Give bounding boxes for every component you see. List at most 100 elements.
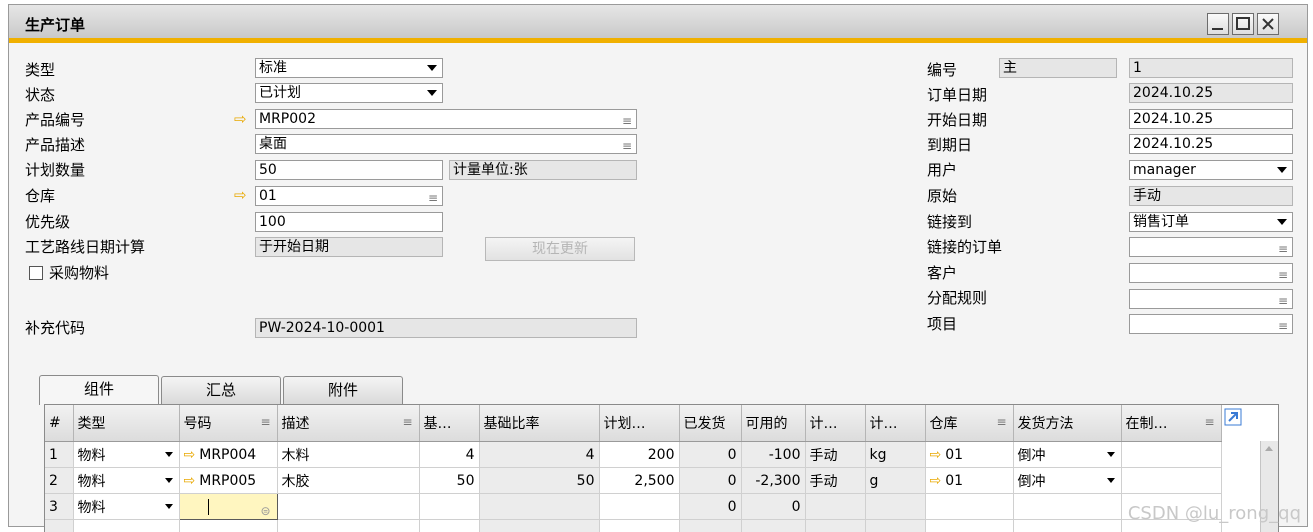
chevron-down-icon xyxy=(165,504,173,509)
planned-cell[interactable] xyxy=(599,494,679,520)
order-date-field: 2024.10.25 xyxy=(1129,83,1293,103)
customer-field[interactable]: ≡ xyxy=(1129,263,1293,283)
tab-attachments[interactable]: 附件 xyxy=(283,376,403,404)
table-row[interactable] xyxy=(45,520,1221,532)
col-header-issued[interactable]: 已发货 xyxy=(679,405,741,442)
wip-cell[interactable] xyxy=(1121,442,1221,468)
watermark: CSDN @lu_rong_qq xyxy=(1128,503,1301,524)
maximize-button[interactable] xyxy=(1232,13,1254,35)
issue-method-cell[interactable] xyxy=(1013,494,1121,520)
issued-cell: 0 xyxy=(679,494,741,520)
expand-grid-icon[interactable] xyxy=(1224,408,1242,426)
origin-label: 原始 xyxy=(927,185,957,206)
uom-cell: kg xyxy=(865,442,925,468)
col-header-ratio[interactable]: 基础比率 xyxy=(479,405,599,442)
user-label: 用户 xyxy=(927,159,957,180)
product-desc-field[interactable]: 桌面≡ xyxy=(255,134,637,154)
row-number: 1 xyxy=(45,442,73,468)
tab-summary[interactable]: 汇总 xyxy=(161,376,281,404)
window-title: 生产订单 xyxy=(25,14,85,35)
list-icon[interactable]: ≡ xyxy=(1278,240,1288,257)
choose-list-icon[interactable]: ⊜ xyxy=(260,504,270,518)
col-header-base[interactable]: 基… xyxy=(419,405,479,442)
close-icon xyxy=(1258,14,1278,34)
col-header-warehouse[interactable]: 仓库≡ xyxy=(925,405,1013,442)
status-select[interactable]: 已计划 xyxy=(255,83,443,103)
table-row[interactable]: 3 物料 ⊜ 0 0 xyxy=(45,494,1221,520)
priority-field[interactable]: 100 xyxy=(255,212,443,232)
chevron-down-icon xyxy=(1107,478,1115,483)
list-icon[interactable]: ≡ xyxy=(1278,292,1288,309)
tab-components[interactable]: 组件 xyxy=(39,375,159,405)
warehouse-field[interactable]: 01≡ xyxy=(255,186,443,206)
link-arrow-icon[interactable]: ⇨ xyxy=(930,473,942,489)
product-no-field[interactable]: MRP002≡ xyxy=(255,109,637,129)
item-cell[interactable]: ⇨MRP004 xyxy=(179,442,277,468)
col-header-uom[interactable]: 计… xyxy=(865,405,925,442)
desc-cell[interactable]: 木胶 xyxy=(277,468,419,494)
link-arrow-icon[interactable]: ⇨ xyxy=(234,186,247,204)
start-date-field[interactable]: 2024.10.25 xyxy=(1129,109,1293,129)
list-icon[interactable]: ≡ xyxy=(1278,266,1288,283)
minimize-icon xyxy=(1208,14,1228,34)
list-icon[interactable]: ≡ xyxy=(1278,317,1288,334)
issue-method-cell[interactable]: 倒冲 xyxy=(1013,468,1121,494)
table-row[interactable]: 2 物料 ⇨MRP005 木胶 50 50 2,500 0 -2,300 手动 … xyxy=(45,468,1221,494)
col-header-type[interactable]: 类型 xyxy=(73,405,179,442)
type-cell[interactable]: 物料 xyxy=(73,494,179,520)
type-cell[interactable]: 物料 xyxy=(73,468,179,494)
col-header-issue-method[interactable]: 发货方法 xyxy=(1013,405,1121,442)
link-arrow-icon[interactable]: ⇨ xyxy=(930,447,942,463)
list-icon[interactable]: ≡ xyxy=(622,137,632,154)
minimize-button[interactable] xyxy=(1207,13,1229,35)
base-cell[interactable]: 4 xyxy=(419,442,479,468)
number-label: 编号 xyxy=(927,59,957,80)
col-header-no[interactable]: # xyxy=(45,405,73,442)
col-header-desc[interactable]: 描述≡ xyxy=(277,405,419,442)
col-header-wip[interactable]: 在制…≡ xyxy=(1121,405,1221,442)
series-field[interactable]: 主 xyxy=(999,58,1117,78)
close-button[interactable] xyxy=(1257,13,1279,35)
warehouse-cell[interactable]: ⇨01 xyxy=(925,442,1013,468)
issue-method-cell[interactable]: 倒冲 xyxy=(1013,442,1121,468)
link-arrow-icon[interactable]: ⇨ xyxy=(234,110,247,128)
col-header-method[interactable]: 计… xyxy=(805,405,865,442)
item-cell[interactable]: ⇨MRP005 xyxy=(179,468,277,494)
list-icon[interactable]: ≡ xyxy=(622,112,632,129)
update-now-button[interactable]: 现在更新 xyxy=(485,237,635,261)
maximize-icon xyxy=(1233,14,1253,34)
desc-cell[interactable]: 木料 xyxy=(277,442,419,468)
distribution-rule-field[interactable]: ≡ xyxy=(1129,289,1293,309)
chevron-down-icon xyxy=(427,65,437,71)
table-row[interactable]: 1 物料 ⇨MRP004 木料 4 4 200 0 -100 手动 kg ⇨01… xyxy=(45,442,1221,468)
production-order-window: 生产订单 类型 状态 产品编号 产品描述 计划数量 仓库 优先级 工艺路线日期计… xyxy=(8,4,1308,527)
project-field[interactable]: ≡ xyxy=(1129,314,1293,334)
wip-cell[interactable] xyxy=(1121,468,1221,494)
planned-qty-field[interactable]: 50 xyxy=(255,160,443,180)
warehouse-cell[interactable]: ⇨01 xyxy=(925,468,1013,494)
type-select[interactable]: 标准 xyxy=(255,58,443,78)
purchase-material-checkbox[interactable] xyxy=(29,266,43,280)
col-header-available[interactable]: 可用的 xyxy=(741,405,805,442)
base-cell[interactable] xyxy=(419,494,479,520)
link-arrow-icon[interactable]: ⇨ xyxy=(184,447,196,463)
item-input-cell[interactable]: ⊜ xyxy=(179,494,277,520)
due-date-field[interactable]: 2024.10.25 xyxy=(1129,134,1293,154)
planned-cell[interactable]: 200 xyxy=(599,442,679,468)
planned-cell[interactable]: 2,500 xyxy=(599,468,679,494)
type-cell[interactable]: 物料 xyxy=(73,442,179,468)
linked-to-select[interactable]: 销售订单 xyxy=(1129,212,1293,232)
chevron-down-icon xyxy=(165,478,173,483)
warehouse-label: 仓库 xyxy=(25,185,55,206)
scroll-up-icon[interactable] xyxy=(1261,441,1277,455)
linked-order-field[interactable]: ≡ xyxy=(1129,237,1293,257)
list-icon[interactable]: ≡ xyxy=(428,189,438,206)
user-select[interactable]: manager xyxy=(1129,160,1293,180)
col-header-planned[interactable]: 计划… xyxy=(599,405,679,442)
desc-cell[interactable] xyxy=(277,494,419,520)
col-header-item[interactable]: 号码≡ xyxy=(179,405,277,442)
status-label: 状态 xyxy=(25,84,55,105)
warehouse-cell[interactable] xyxy=(925,494,1013,520)
base-cell[interactable]: 50 xyxy=(419,468,479,494)
link-arrow-icon[interactable]: ⇨ xyxy=(184,473,196,489)
